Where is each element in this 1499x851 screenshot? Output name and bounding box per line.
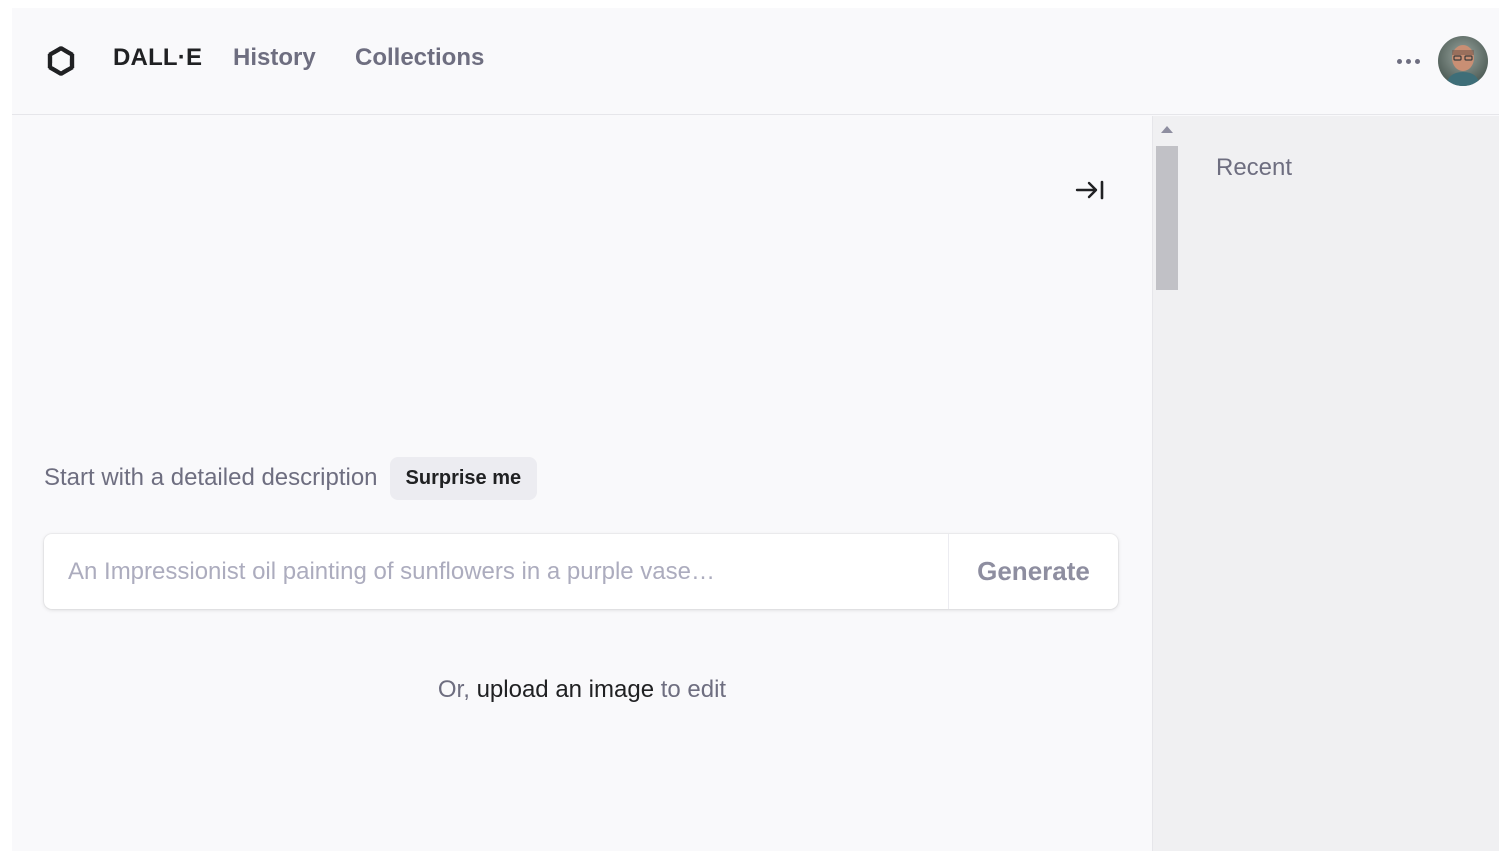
recent-title: Recent — [1216, 154, 1293, 181]
nav-history-link[interactable]: History — [233, 44, 316, 72]
main-scrollbar[interactable] — [1152, 116, 1181, 851]
ellipsis-icon — [1396, 58, 1402, 64]
prompt-input[interactable] — [44, 534, 948, 609]
upload-image-link[interactable]: upload an image — [477, 676, 654, 703]
user-avatar[interactable] — [1438, 36, 1488, 86]
main-panel: Start with a detailed description Surpri… — [12, 116, 1152, 851]
scroll-up-arrow-icon[interactable] — [1161, 126, 1173, 133]
collapse-right-icon — [1075, 180, 1104, 200]
prompt-label-row: Start with a detailed description Surpri… — [44, 456, 538, 500]
collapse-sidebar-button[interactable] — [1070, 172, 1110, 208]
prompt-box: Generate — [44, 534, 1118, 609]
upload-suffix: to edit — [660, 676, 727, 703]
scroll-thumb[interactable] — [1156, 146, 1178, 290]
upload-line: Or, upload an image to edit — [12, 676, 1152, 704]
surprise-me-button[interactable]: Surprise me — [389, 456, 538, 500]
ellipsis-icon — [1414, 58, 1420, 64]
app-window: DALL·E History Collections Start with a … — [12, 8, 1499, 851]
more-options-button[interactable] — [1392, 50, 1424, 72]
openai-logo-icon[interactable] — [42, 42, 80, 80]
ellipsis-icon — [1405, 58, 1411, 64]
top-navbar: DALL·E History Collections — [12, 8, 1499, 115]
prompt-label: Start with a detailed description — [44, 464, 378, 491]
recent-sidebar: Recent — [1181, 116, 1499, 851]
upload-prefix: Or, — [437, 676, 470, 703]
brand-link[interactable]: DALL·E — [113, 44, 202, 72]
nav-collections-link[interactable]: Collections — [355, 44, 484, 72]
generate-button[interactable]: Generate — [948, 534, 1118, 609]
